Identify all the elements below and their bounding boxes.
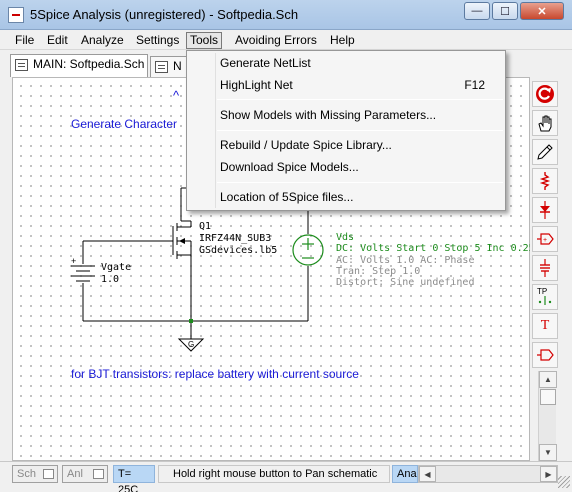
text-tool-button[interactable]: T (532, 313, 558, 339)
highlight-net-label: HighLight Net (220, 78, 293, 92)
horizontal-scrollbar[interactable]: ◀ ▶ (418, 465, 558, 483)
menu-file[interactable]: File (12, 32, 37, 49)
vds-name: Vds (336, 232, 355, 243)
menu-generate-netlist[interactable]: Generate NetList (189, 52, 503, 74)
status-sch-tab[interactable]: Sch (12, 465, 58, 483)
cursor-caret: ^ (173, 88, 180, 103)
generate-char-note: Generate Character (71, 117, 178, 131)
menu-analyze[interactable]: Analyze (78, 32, 127, 49)
scroll-thumb[interactable] (540, 389, 556, 405)
tab-main-schematic[interactable]: MAIN: Softpedia.Sch (10, 54, 148, 77)
tools-dropdown-menu: Generate NetList HighLight Net F12 Show … (186, 50, 506, 211)
tab-netlist-label: N (173, 59, 182, 73)
capacitor-icon (540, 259, 550, 277)
status-bar: Sch Anl T= 25C Hold right mouse button t… (0, 461, 572, 492)
app-icon (8, 7, 24, 23)
text-tool-icon: T (540, 318, 550, 333)
q1-library: GSdevices.lb5 (199, 245, 278, 256)
vertical-scrollbar[interactable]: ▲ ▼ (538, 371, 557, 461)
battery-plus-mark: + (71, 256, 76, 266)
pencil-icon (537, 144, 553, 160)
resistor-button[interactable] (532, 168, 558, 194)
refresh-button[interactable] (532, 81, 558, 107)
scroll-left-button[interactable]: ◀ (419, 466, 436, 482)
vds-ac: AC: Volts 1.0 AC: Phase (336, 255, 475, 266)
ground-node (189, 319, 193, 323)
menu-highlight-net[interactable]: HighLight Net F12 (189, 74, 503, 96)
resize-grip[interactable] (558, 476, 570, 488)
source-icon: + (537, 233, 554, 245)
connector-icon (537, 349, 554, 361)
mosfet-arrow (179, 238, 185, 244)
scroll-right-button[interactable]: ▶ (540, 466, 557, 482)
menu-separator (217, 182, 503, 183)
status-anl-tab[interactable]: Anl (62, 465, 108, 483)
vds-dc: DC: Volts Start 0 Stop 5 Inc 0.25 (336, 243, 535, 254)
menu-separator (217, 99, 503, 100)
q1-name: Q1 (199, 221, 212, 232)
menu-edit[interactable]: Edit (44, 32, 71, 49)
vgate-name: Vgate (101, 262, 132, 273)
vds-distort: Distort: Sine undefined (336, 277, 475, 288)
analysis-indicator: Ana (392, 465, 418, 483)
menu-show-models-missing[interactable]: Show Models with Missing Parameters... (189, 104, 503, 126)
test-point-icon: TP (537, 287, 552, 305)
diode-button[interactable] (532, 197, 558, 223)
vgate-value: 1.0 (101, 274, 120, 285)
close-button[interactable]: ✕ (520, 2, 564, 20)
capacitor-button[interactable] (532, 255, 558, 281)
bjt-note: for BJT transistors: replace battery wit… (71, 367, 359, 381)
test-point-label: TP (537, 287, 547, 296)
hand-icon (538, 115, 552, 132)
pan-button[interactable] (532, 110, 558, 136)
netlist-icon (155, 61, 168, 73)
sch-doc-icon (43, 469, 54, 479)
component-toolbar: + TP T (530, 77, 560, 377)
schematic-icon (15, 59, 28, 71)
title-bar: 5Spice Analysis (unregistered) - Softped… (0, 0, 572, 30)
menu-bar: File Edit Analyze Settings Tools Avoidin… (0, 30, 572, 50)
menu-rebuild-library[interactable]: Rebuild / Update Spice Library... (189, 134, 503, 156)
q1-model: IRFZ44N_SUB3 (199, 233, 272, 244)
svg-text:+: + (543, 237, 547, 244)
scroll-up-button[interactable]: ▲ (539, 371, 557, 388)
refresh-icon (536, 85, 554, 103)
maximize-button[interactable]: ☐ (492, 2, 518, 20)
ground-label: G (188, 340, 195, 349)
anl-doc-icon (93, 469, 104, 479)
status-sch-label: Sch (17, 468, 36, 480)
connector-button[interactable] (532, 342, 558, 368)
minimize-button[interactable]: — (464, 2, 490, 20)
menu-avoiding-errors[interactable]: Avoiding Errors (232, 32, 320, 49)
highlight-net-shortcut: F12 (464, 78, 485, 92)
status-anl-label: Anl (67, 468, 83, 480)
menu-settings[interactable]: Settings (133, 32, 182, 49)
canvas-margin (0, 77, 12, 461)
scroll-down-button[interactable]: ▼ (539, 444, 557, 461)
window-title: 5Spice Analysis (unregistered) - Softped… (30, 7, 299, 22)
tab-netlist[interactable]: N (150, 56, 190, 77)
status-message: Hold right mouse button to Pan schematic (158, 465, 390, 483)
menu-download-models[interactable]: Download Spice Models... (189, 156, 503, 178)
vds-tran: Tran: Step 1.0 (336, 266, 421, 277)
diode-icon (540, 201, 550, 219)
temperature-indicator: T= 25C (113, 465, 155, 492)
menu-location-files[interactable]: Location of 5Spice files... (189, 186, 503, 208)
draw-wire-button[interactable] (532, 139, 558, 165)
resistor-icon (539, 172, 551, 190)
test-point-button[interactable]: TP (532, 284, 558, 310)
menu-separator (217, 130, 503, 131)
source-button[interactable]: + (532, 226, 558, 252)
menu-help[interactable]: Help (327, 32, 358, 49)
tab-main-label: MAIN: Softpedia.Sch (33, 57, 145, 71)
menu-tools[interactable]: Tools (186, 32, 223, 49)
